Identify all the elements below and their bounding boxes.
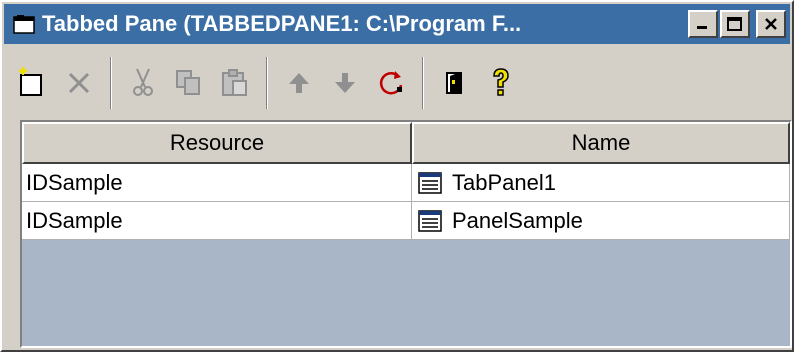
paste-button[interactable] <box>212 58 258 108</box>
refresh-button[interactable] <box>368 58 414 108</box>
minimize-button[interactable] <box>688 10 718 38</box>
resource-cell: IDSample <box>22 202 412 239</box>
name-label: PanelSample <box>452 207 583 233</box>
move-down-button[interactable] <box>322 58 368 108</box>
column-header-resource[interactable]: Resource <box>22 122 412 164</box>
toolbar-separator <box>266 57 268 109</box>
arrow-up-icon <box>289 73 309 93</box>
table-row[interactable]: IDSample PanelSample <box>22 202 790 240</box>
arrow-down-icon <box>335 73 355 93</box>
table-header: Resource Name <box>22 122 790 164</box>
help-button[interactable] <box>478 58 524 108</box>
table-row[interactable]: IDSample TabPanel1 <box>22 164 790 202</box>
copy-icon <box>176 70 200 95</box>
name-cell: PanelSample <box>412 202 790 239</box>
toolbar-separator <box>422 57 424 109</box>
new-icon <box>19 67 42 96</box>
properties-icon <box>446 72 462 94</box>
panel-icon <box>418 171 442 194</box>
resource-cell: IDSample <box>22 164 412 201</box>
resource-table: Resource Name IDSample TabPanel1 IDSampl… <box>20 120 792 348</box>
maximize-button[interactable] <box>720 10 750 38</box>
move-up-button[interactable] <box>276 58 322 108</box>
close-icon <box>765 18 777 30</box>
window-icon <box>10 4 38 44</box>
title-bar[interactable]: Tabbed Pane (TABBEDPANE1: C:\Program F..… <box>4 4 790 44</box>
column-header-name[interactable]: Name <box>412 122 790 164</box>
new-button[interactable] <box>10 58 56 108</box>
close-button[interactable] <box>756 10 786 38</box>
maximize-icon <box>727 17 742 31</box>
name-cell: TabPanel1 <box>412 164 790 201</box>
delete-button[interactable] <box>56 58 102 108</box>
panel-icon <box>418 209 442 232</box>
refresh-icon <box>379 71 403 95</box>
toolbar-separator <box>110 57 112 109</box>
copy-button[interactable] <box>166 58 212 108</box>
cut-button[interactable] <box>120 58 166 108</box>
cut-icon <box>133 68 153 96</box>
name-label: TabPanel1 <box>452 169 556 195</box>
help-icon <box>493 68 509 96</box>
paste-icon <box>222 69 247 96</box>
toolbar <box>4 48 790 118</box>
properties-button[interactable] <box>432 58 478 108</box>
tabbed-pane-window: Tabbed Pane (TABBEDPANE1: C:\Program F..… <box>0 0 794 352</box>
delete-icon <box>68 72 90 94</box>
window-title: Tabbed Pane (TABBEDPANE1: C:\Program F..… <box>42 11 522 36</box>
minimize-icon <box>697 26 707 29</box>
